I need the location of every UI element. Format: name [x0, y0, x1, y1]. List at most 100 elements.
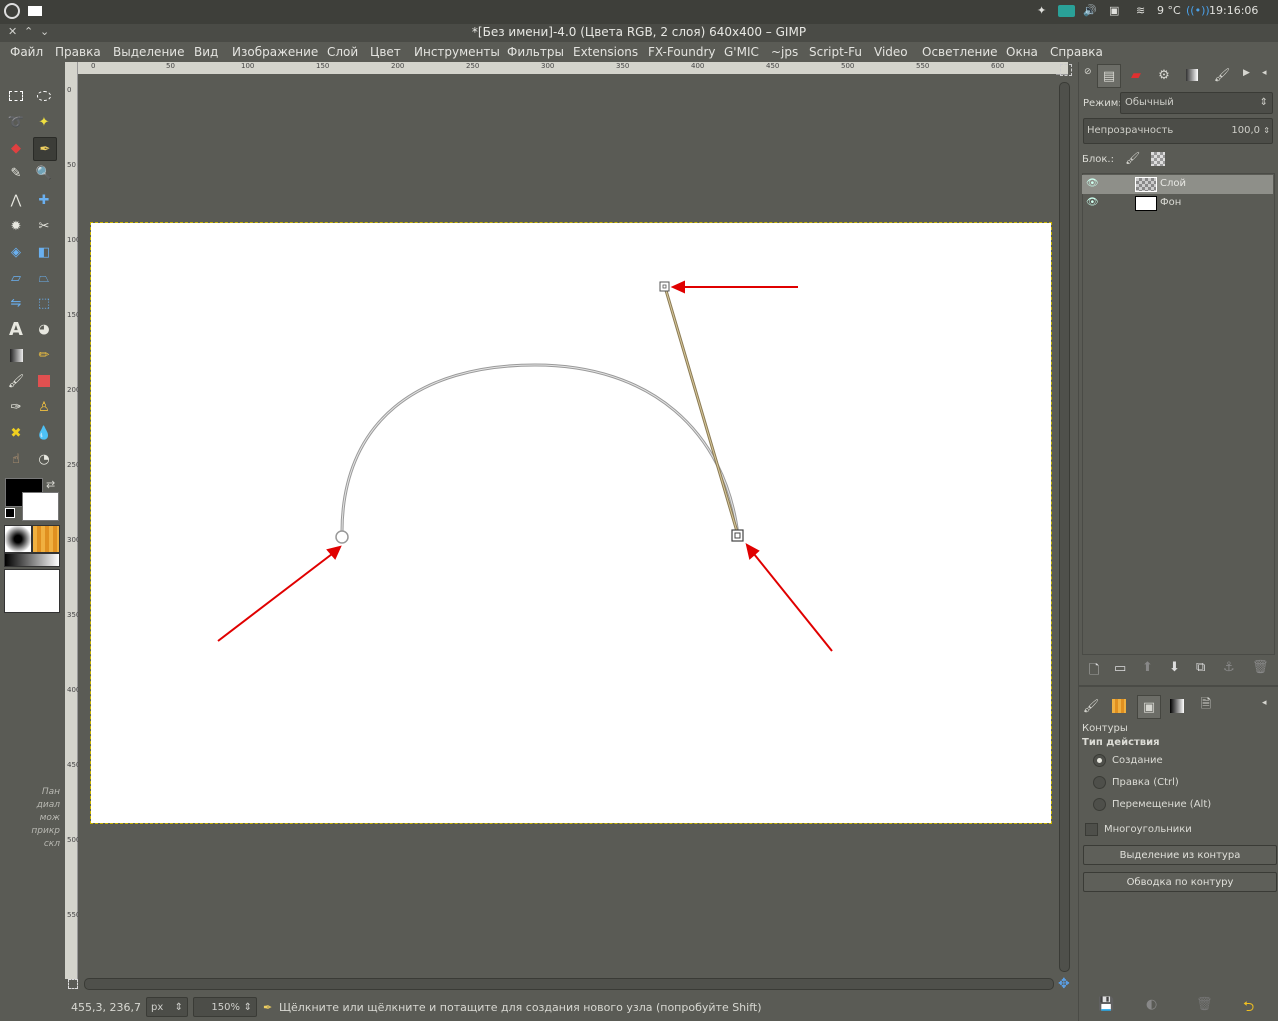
- layer-name[interactable]: Слой: [1160, 178, 1186, 189]
- menu-color[interactable]: Цвет: [370, 45, 401, 59]
- ink-icon[interactable]: ♙: [33, 396, 55, 418]
- new-layer-icon[interactable]: 🗋: [1089, 661, 1099, 683]
- delete-layer-icon[interactable]: 🗑: [1252, 660, 1269, 675]
- navigate-icon[interactable]: [1060, 64, 1072, 76]
- restore-options-icon[interactable]: ◐: [1146, 997, 1157, 1012]
- menu-extensions[interactable]: Extensions: [573, 45, 638, 59]
- menu-edit[interactable]: Правка: [55, 45, 101, 59]
- weather-icon[interactable]: ≋: [1136, 4, 1145, 17]
- mode-create-radio[interactable]: [1093, 754, 1106, 767]
- horizontal-scrollbar[interactable]: [84, 978, 1054, 990]
- selection-from-path-button[interactable]: Выделение из контура: [1083, 845, 1277, 865]
- menu-view[interactable]: Вид: [194, 45, 218, 59]
- menu-gmic[interactable]: G'MIC: [724, 45, 759, 59]
- mode-create-label[interactable]: Создание: [1112, 755, 1163, 766]
- layer-row[interactable]: 👁 Слой: [1082, 175, 1273, 194]
- rotate-icon[interactable]: ◈: [5, 241, 27, 263]
- smudge-icon[interactable]: ☝: [5, 448, 27, 470]
- tab-patterns[interactable]: [1108, 695, 1130, 717]
- fuzzy-select-icon[interactable]: ✦: [33, 111, 55, 133]
- layer-row[interactable]: 👁 Фон: [1082, 194, 1273, 213]
- menu-layer[interactable]: Слой: [327, 45, 358, 59]
- cage-icon[interactable]: ⬚: [33, 292, 55, 314]
- menu-script-fu[interactable]: Script-Fu: [809, 45, 862, 59]
- mail-icon[interactable]: [1058, 5, 1075, 17]
- save-options-icon[interactable]: 💾: [1098, 997, 1114, 1012]
- vertical-scrollbar[interactable]: [1058, 80, 1070, 973]
- heal-icon[interactable]: ✖: [5, 422, 27, 444]
- lower-layer-icon[interactable]: ⬇: [1169, 660, 1180, 675]
- zoom-icon[interactable]: 🔍: [33, 162, 55, 184]
- app-launcher-icon[interactable]: [4, 3, 20, 19]
- menu-select[interactable]: Выделение: [113, 45, 184, 59]
- vertical-ruler[interactable]: 0 50 100 150 200 250 300 350 400 450 500…: [65, 74, 80, 979]
- menu-windows[interactable]: Окна: [1006, 45, 1038, 59]
- dock-menu-icon[interactable]: ⊘: [1084, 67, 1092, 77]
- tab-tool-options[interactable]: 🖌: [1080, 695, 1102, 717]
- measure-icon[interactable]: ⋀: [5, 189, 27, 211]
- rect-select-icon[interactable]: [5, 85, 27, 107]
- polygon-label[interactable]: Многоугольники: [1104, 824, 1192, 835]
- crop-icon[interactable]: ✂: [33, 215, 55, 237]
- tab-layers[interactable]: ▤: [1097, 64, 1121, 88]
- delete-options-icon[interactable]: 🗑: [1196, 997, 1213, 1012]
- mode-edit-radio[interactable]: [1093, 776, 1106, 789]
- brush-preview[interactable]: [4, 525, 32, 553]
- flip-icon[interactable]: ⇋: [5, 292, 27, 314]
- background-color-swatch[interactable]: [22, 492, 59, 521]
- text-tool-icon[interactable]: A: [5, 318, 27, 340]
- clock-label[interactable]: 19:16:06: [1209, 4, 1258, 17]
- shear-icon[interactable]: ▱: [5, 267, 27, 289]
- menu-fx-foundry[interactable]: FX-Foundry: [648, 45, 716, 59]
- lock-alpha-icon[interactable]: [1151, 152, 1165, 166]
- menu-video[interactable]: Video: [874, 45, 908, 59]
- eraser-icon[interactable]: [33, 370, 55, 392]
- anchor-layer-icon[interactable]: ⚓: [1223, 660, 1235, 675]
- perspective-icon[interactable]: ⏢: [33, 267, 55, 289]
- opacity-slider[interactable]: Непрозрачность 100,0 ⇕: [1083, 118, 1273, 144]
- mode-move-radio[interactable]: [1093, 798, 1106, 811]
- stroke-path-button[interactable]: Обводка по контуру: [1083, 872, 1277, 892]
- pattern-preview[interactable]: [32, 525, 60, 553]
- new-layer-group-icon[interactable]: ▭: [1114, 661, 1126, 676]
- menu-light[interactable]: Осветление: [922, 45, 998, 59]
- move-icon[interactable]: ✚: [33, 189, 55, 211]
- visibility-eye-icon[interactable]: 👁: [1086, 197, 1099, 208]
- ellipse-select-icon[interactable]: [33, 85, 55, 107]
- volume-icon[interactable]: 🔊: [1083, 4, 1097, 17]
- tab-brushes[interactable]: 🖌: [1211, 64, 1233, 86]
- mode-edit-label[interactable]: Правка (Ctrl): [1112, 777, 1179, 788]
- dock-separator[interactable]: [1078, 685, 1278, 687]
- menu-help[interactable]: Справка: [1050, 45, 1103, 59]
- duplicate-layer-icon[interactable]: ⧉: [1196, 660, 1205, 675]
- window-icon[interactable]: [28, 6, 42, 16]
- default-colors-icon[interactable]: [5, 508, 15, 518]
- mode-select[interactable]: Обычный ⇕: [1120, 92, 1273, 114]
- gradient-preview[interactable]: [4, 553, 60, 567]
- layer-thumbnail[interactable]: [1135, 196, 1157, 211]
- tab-gradient-editor[interactable]: [1166, 695, 1188, 717]
- quick-mask-icon[interactable]: [68, 979, 78, 989]
- menu-image[interactable]: Изображение: [232, 45, 318, 59]
- zoom-select[interactable]: 150% ⇕: [193, 997, 257, 1017]
- tab-scroll-right-icon[interactable]: ▶: [1243, 68, 1250, 78]
- display-icon[interactable]: ▣: [1109, 4, 1119, 17]
- align-icon[interactable]: ✹: [5, 215, 27, 237]
- tab-channels[interactable]: ▰: [1125, 64, 1147, 86]
- reset-options-icon[interactable]: ⮌: [1243, 996, 1254, 1020]
- paintbrush-icon[interactable]: 🖌: [5, 370, 27, 392]
- menu-filters[interactable]: Фильтры: [507, 45, 564, 59]
- unit-select[interactable]: px ⇕: [146, 997, 188, 1017]
- blur-icon[interactable]: 💧: [33, 422, 55, 444]
- pin-icon[interactable]: ✦: [1037, 4, 1046, 17]
- blend-icon[interactable]: [5, 344, 27, 366]
- layer-name[interactable]: Фон: [1160, 197, 1181, 208]
- mode-move-label[interactable]: Перемещение (Alt): [1112, 799, 1211, 810]
- color-select-icon[interactable]: ◆: [5, 137, 27, 159]
- wifi-icon[interactable]: ((•)): [1186, 4, 1210, 17]
- airbrush-icon[interactable]: ✑: [5, 396, 27, 418]
- image-preview[interactable]: [4, 569, 60, 613]
- lock-pixels-icon[interactable]: 🖌: [1125, 151, 1140, 165]
- pencil-icon[interactable]: ✏: [33, 344, 55, 366]
- menu-jps[interactable]: ~jps: [771, 45, 798, 59]
